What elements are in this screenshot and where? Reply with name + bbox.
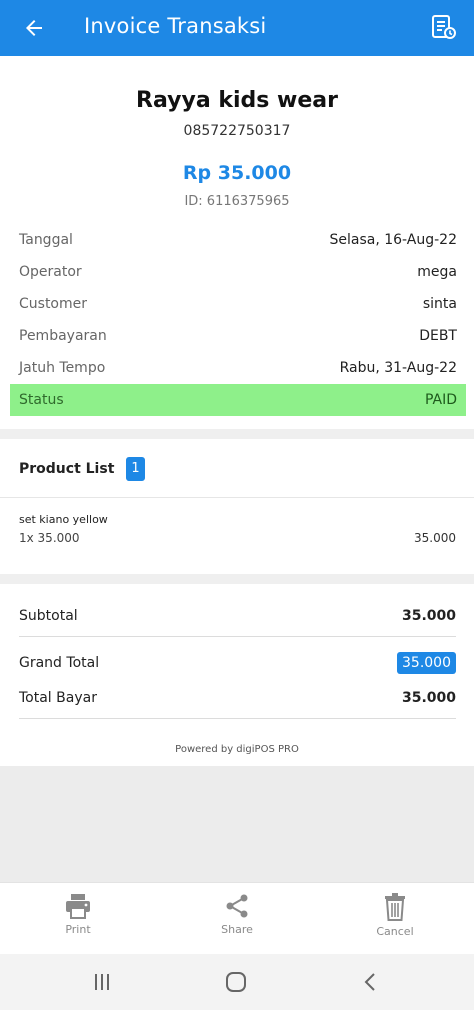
info-value: sinta — [422, 296, 457, 312]
home-icon — [226, 972, 246, 992]
totals-section: Subtotal 35.000 Grand Total 35.000 Total… — [10, 596, 456, 719]
info-row-jatuh-tempo: Jatuh Tempo Rabu, 31-Aug-22 — [10, 352, 466, 384]
product-list-header: Product List 1 — [0, 440, 474, 498]
product-name: set kiano yellow — [19, 513, 108, 526]
info-label: Pembayaran — [19, 328, 107, 344]
product-list-label: Product List — [19, 460, 115, 477]
store-name: Rayya kids wear — [136, 88, 338, 113]
arrow-left-icon — [26, 20, 42, 36]
total-bayar-row: Total Bayar 35.000 — [10, 683, 456, 713]
info-row-customer: Customer sinta — [10, 288, 466, 320]
empty-area — [0, 766, 474, 882]
share-button[interactable]: Share — [187, 893, 287, 949]
info-value: Rabu, 31-Aug-22 — [339, 360, 457, 376]
section-divider — [0, 574, 474, 584]
recent-apps-button[interactable] — [82, 968, 122, 996]
powered-by-text: Powered by digiPOS PRO — [175, 744, 299, 755]
print-button[interactable]: Print — [28, 893, 128, 949]
list-item: set kiano yellow 1x 35.000 35.000 — [0, 498, 474, 574]
product-qty-price: 1x 35.000 — [19, 531, 80, 545]
info-value: mega — [417, 264, 457, 280]
info-label: Operator — [19, 264, 82, 280]
info-value: DEBT — [419, 328, 457, 344]
chevron-left-icon — [364, 973, 375, 991]
subtotal-label: Subtotal — [19, 608, 78, 624]
cancel-button[interactable]: Cancel — [345, 893, 445, 949]
print-label: Print — [65, 923, 91, 936]
invoice-info-table: Tanggal Selasa, 16-Aug-22 Operator mega … — [10, 224, 466, 416]
cancel-label: Cancel — [376, 925, 414, 938]
recent-apps-icon — [95, 974, 109, 990]
app-bar: Invoice Transaksi — [0, 0, 474, 56]
subtotal-row: Subtotal 35.000 — [10, 596, 456, 636]
info-label: Status — [19, 392, 64, 408]
info-label: Customer — [19, 296, 88, 312]
page-title: Invoice Transaksi — [84, 14, 267, 38]
invoice-header: Rayya kids wear 085722750317 Rp 35.000 I… — [0, 56, 474, 216]
bottom-action-bar: Print Share Cancel — [0, 882, 474, 954]
system-nav-bar — [0, 954, 474, 1010]
info-row-pembayaran: Pembayaran DEBT — [10, 320, 466, 352]
grand-total-label: Grand Total — [19, 655, 100, 671]
receipt-icon — [432, 15, 456, 39]
home-button[interactable] — [216, 968, 256, 996]
info-value: PAID — [424, 392, 457, 408]
info-value: Selasa, 16-Aug-22 — [329, 232, 457, 248]
total-bayar-value: 35.000 — [401, 690, 456, 706]
total-bayar-label: Total Bayar — [19, 690, 97, 706]
status-badge: Status PAID — [10, 384, 466, 416]
divider — [19, 636, 456, 637]
system-back-button[interactable] — [350, 968, 390, 996]
printer-icon — [66, 894, 90, 919]
info-row-tanggal: Tanggal Selasa, 16-Aug-22 — [10, 224, 466, 256]
info-label: Jatuh Tempo — [19, 360, 106, 376]
transaction-id: ID: 6116375965 — [184, 194, 290, 209]
product-count-badge: 1 — [126, 456, 145, 481]
product-total: 35.000 — [414, 531, 456, 545]
info-row-operator: Operator mega — [10, 256, 466, 288]
grand-total-value: 35.000 — [397, 652, 456, 674]
share-icon — [226, 894, 248, 918]
divider — [19, 718, 456, 719]
trash-icon — [385, 893, 405, 921]
info-label: Tanggal — [19, 232, 73, 248]
receipt-button[interactable] — [426, 10, 460, 44]
section-divider — [0, 429, 474, 439]
store-phone: 085722750317 — [183, 123, 291, 139]
grand-total-row: Grand Total 35.000 — [10, 643, 456, 683]
invoice-amount: Rp 35.000 — [182, 162, 292, 184]
share-label: Share — [221, 923, 253, 936]
back-button[interactable] — [18, 12, 50, 44]
subtotal-value: 35.000 — [401, 608, 456, 624]
